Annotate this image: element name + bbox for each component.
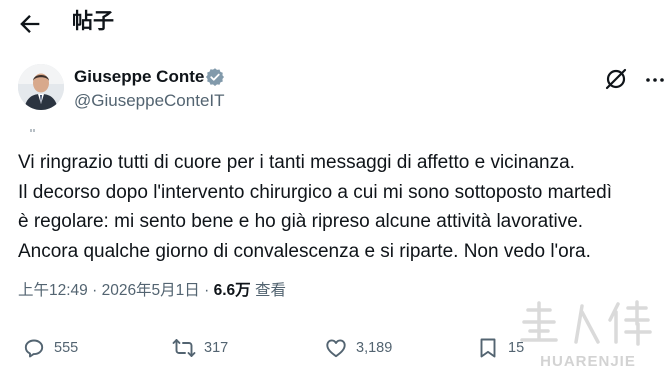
grok-icon[interactable]	[603, 66, 629, 92]
arrow-left-icon[interactable]	[16, 10, 44, 38]
page-title: 帖子	[72, 10, 114, 33]
post-time[interactable]: 上午12:49	[18, 282, 88, 299]
post-meta: 上午12:49 · 2026年5月1日 · 6.6万 查看	[18, 280, 286, 302]
reply-icon	[24, 339, 44, 358]
author-handle[interactable]: @GiuseppeConteIT	[74, 90, 225, 112]
heart-icon	[326, 339, 346, 358]
reply-count: 555	[54, 340, 79, 356]
post-line: Ancora qualche giorno di convalescenza e…	[18, 240, 591, 262]
author-name[interactable]: Giuseppe Conte	[74, 66, 204, 88]
more-options-icon[interactable]	[644, 72, 666, 88]
avatar[interactable]	[18, 64, 64, 110]
post-date[interactable]: 2026年5月1日	[102, 282, 200, 299]
views-count: 6.6万	[213, 282, 251, 299]
repost-count: 317	[204, 340, 229, 356]
post-line: Il decorso dopo l'intervento chirurgico …	[18, 181, 612, 203]
text-speck	[30, 129, 35, 132]
repost-button[interactable]: 317	[172, 335, 228, 361]
post-line: Vi ringrazio tutti di cuore per i tanti …	[18, 152, 575, 173]
views-label: 查看	[254, 282, 286, 299]
top-bar: 帖子	[0, 0, 670, 46]
bookmark-icon	[480, 338, 496, 358]
watermark-text: HUARENJIE	[540, 353, 636, 370]
meta-separator: ·	[199, 282, 214, 299]
like-button[interactable]: 3,189	[324, 335, 392, 361]
avatar-image	[18, 64, 64, 110]
repost-icon	[172, 339, 196, 357]
post-text: Vi ringrazio tutti di cuore per i tanti …	[18, 148, 658, 266]
reply-button[interactable]: 555	[22, 335, 78, 361]
meta-separator: ·	[87, 282, 102, 299]
like-count: 3,189	[356, 340, 393, 356]
watermark-logo: HUARENJIE	[520, 300, 652, 370]
verified-badge-icon	[206, 68, 224, 86]
post-line: è regolare: mi sento bene e ho già ripre…	[18, 211, 584, 232]
